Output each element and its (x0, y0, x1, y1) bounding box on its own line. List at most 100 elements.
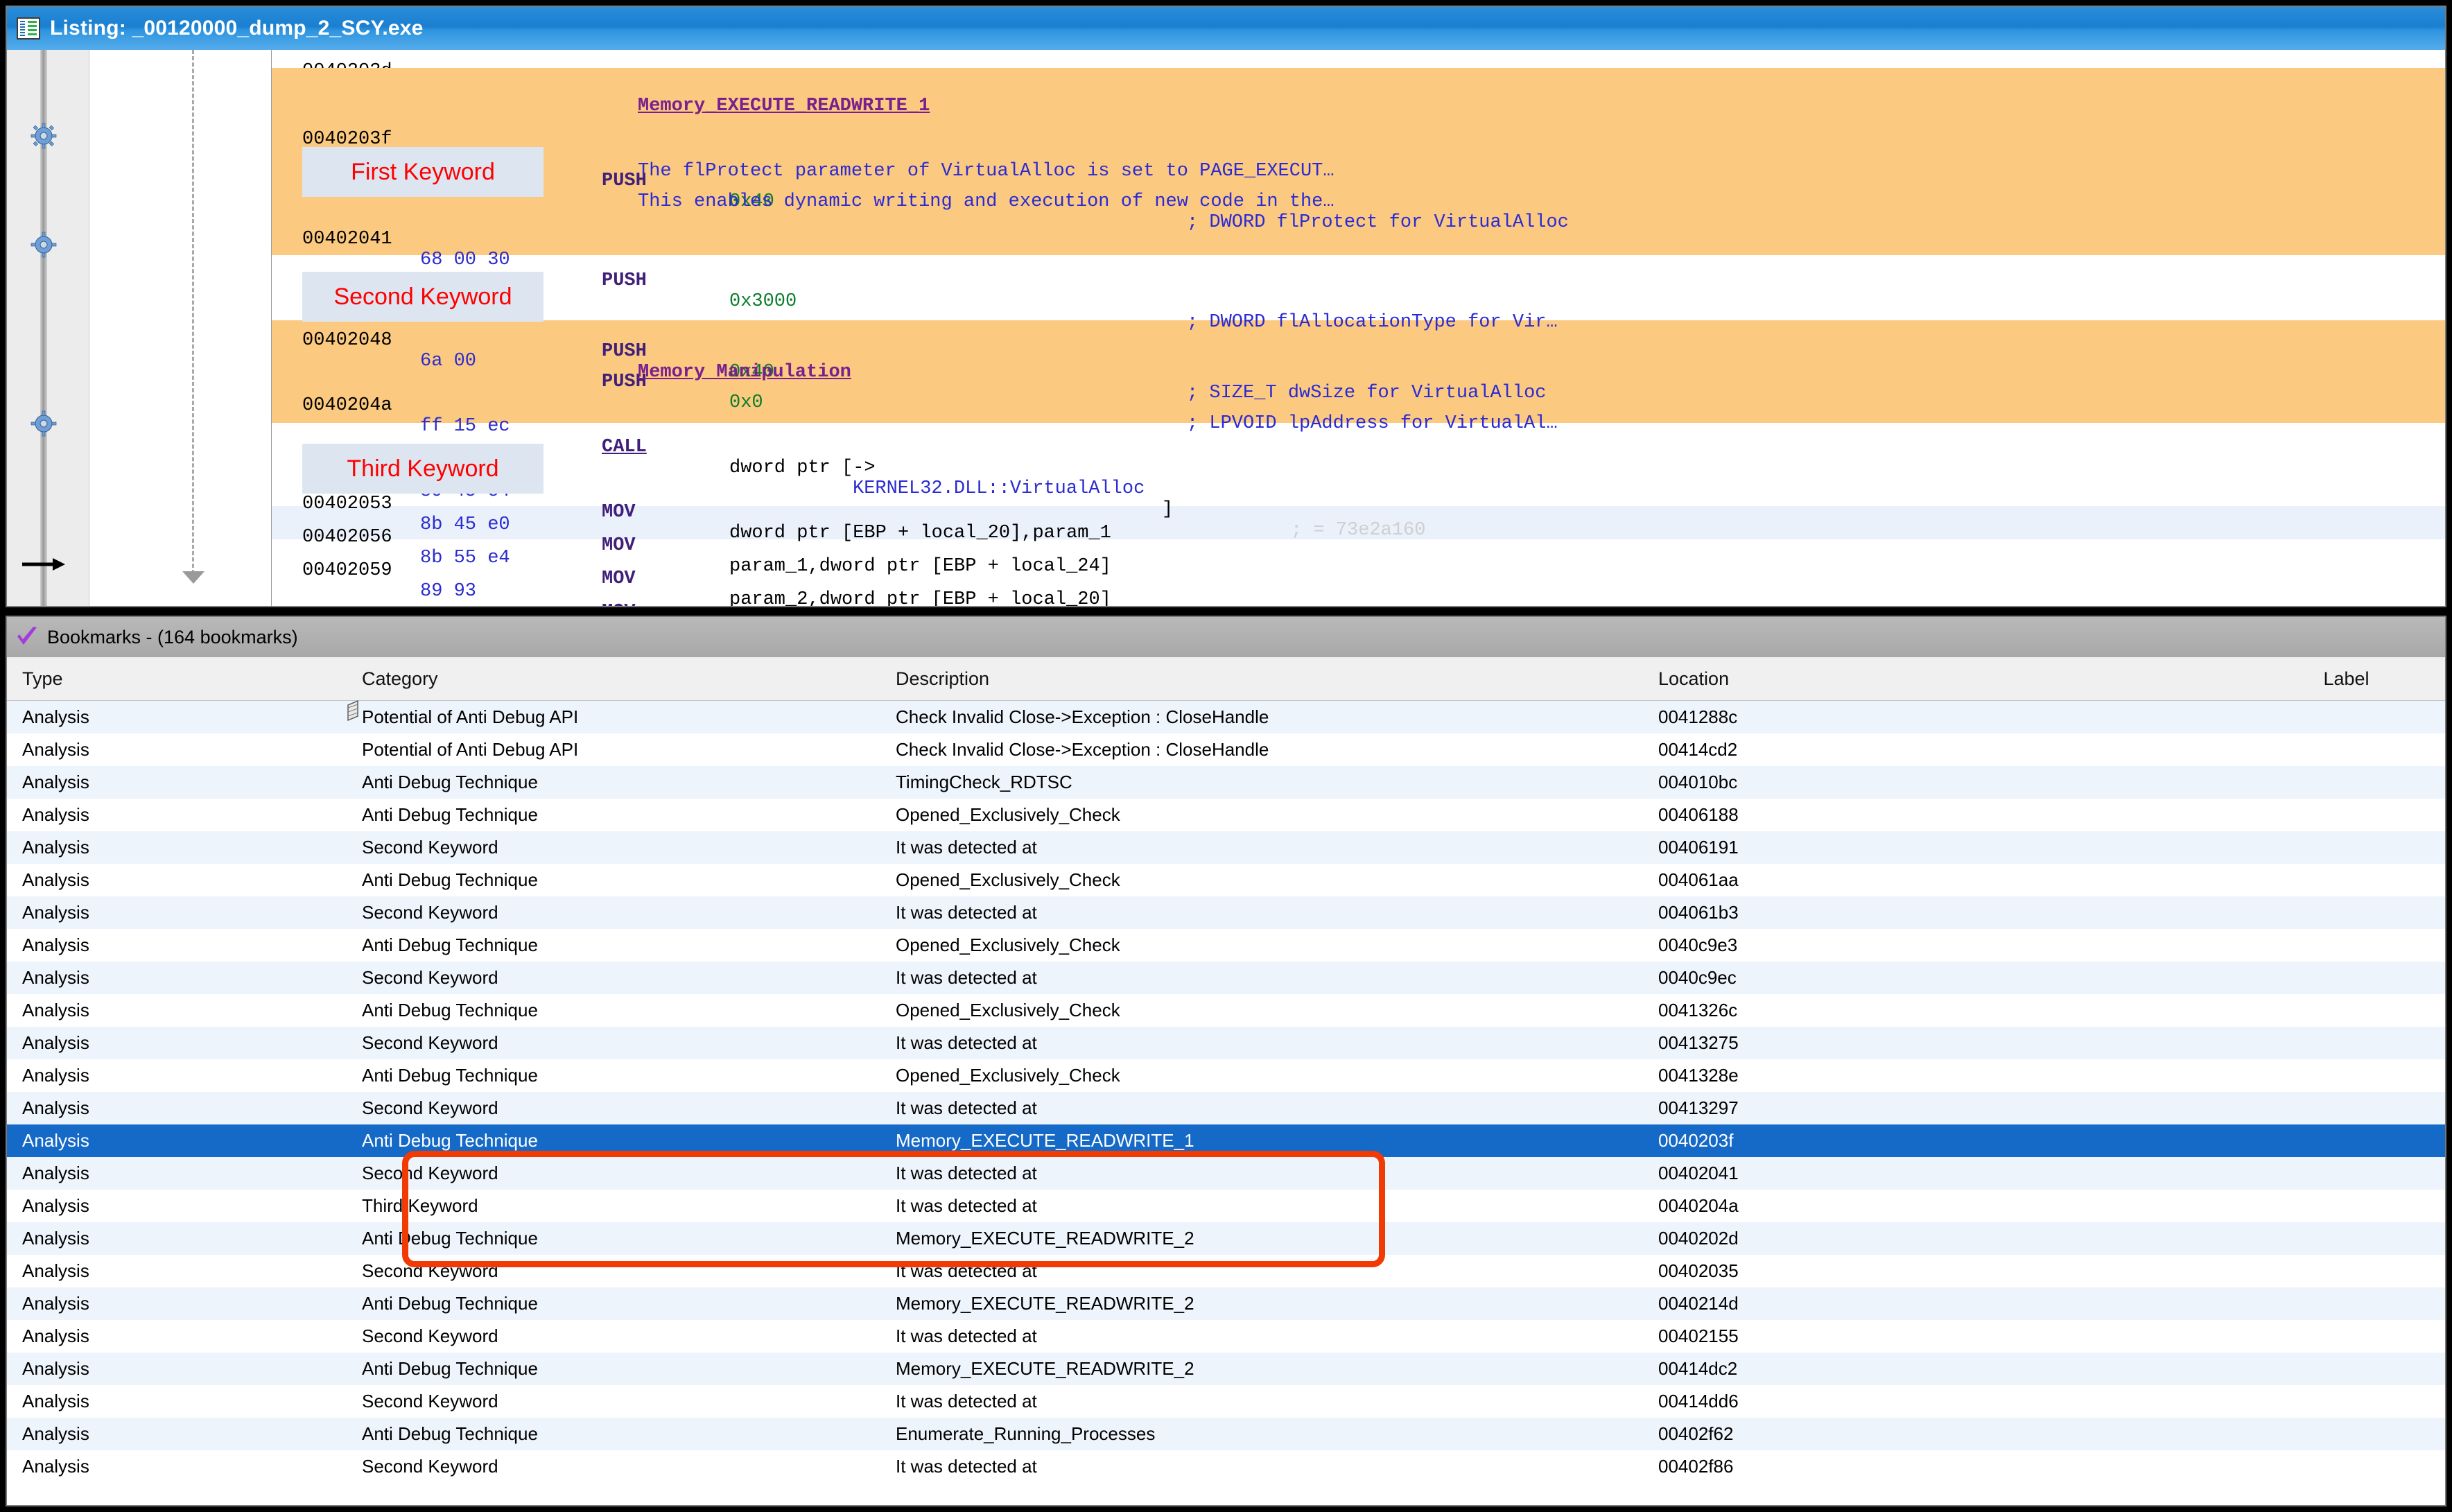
code-row[interactable]: 00402041 68 00 30 PUSH 0x3000 ; DWORD fl… (272, 208, 2445, 333)
cell-description: It was detected at (896, 1195, 1037, 1216)
code-row[interactable]: 00402056 8b 55 e4 MOV param_2,dword ptr … (272, 506, 2445, 606)
bookmarks-title-text: Bookmarks - (164 bookmarks) (47, 626, 298, 648)
listing-flow-column (89, 50, 272, 606)
flow-dashed-line (192, 50, 194, 574)
table-row[interactable]: Analysis Second Keyword It was detected at… (7, 1255, 2445, 1287)
cell-description: It was detected at (896, 1456, 1037, 1477)
cell-location: 00402035 (1658, 1260, 1739, 1281)
cell-description: Opened_Exclusively_Check (896, 804, 1120, 825)
cell-type: Analysis (22, 1163, 89, 1183)
cell-description: Memory_EXECUTE_READWRITE_2 (896, 1228, 1194, 1249)
table-row[interactable]: Analysis Anti Debug Technique Opened_Exclu… (7, 864, 2445, 896)
cell-location: 0040214d (1658, 1293, 1739, 1314)
bookmarks-table-header: Type Category Description Location Label (7, 657, 2445, 701)
code-row[interactable]: 00402050 89 45 e4 MOV dword ptr [EBP + l… (272, 440, 2445, 544)
code-bytes: 68 00 30 (420, 250, 510, 270)
code-row[interactable]: 0040204a ff 15 ec CALL dword ptr [-> KER… (272, 374, 2445, 541)
table-row[interactable]: Analysis Third Keyword It was detected at 0… (7, 1190, 2445, 1222)
cell-category: Anti Debug Technique (362, 1000, 538, 1020)
cell-location: 0041328e (1658, 1065, 1739, 1086)
cell-location: 00414dc2 (1658, 1358, 1738, 1379)
code-row[interactable]: 0040203f 6a 40 PUSH 0x40 ; DWORD flProte… (272, 108, 2445, 233)
cell-category: Anti Debug Technique (362, 1130, 538, 1151)
column-header-label[interactable]: Label (2232, 668, 2445, 690)
cell-type: Analysis (22, 1195, 89, 1216)
listing-title-bar[interactable]: Listing: _00120000_dump_2_SCY.exe (7, 7, 2445, 50)
code-row[interactable]: 00402046 6a 40 PUSH 0x40 ; SIZE_T dwSize… (272, 279, 2445, 403)
cell-category: Second Keyword (362, 967, 498, 988)
cell-type: Analysis (22, 706, 89, 727)
table-row[interactable]: Analysis Second Keyword It was detected at… (7, 1320, 2445, 1353)
cell-description: Memory_EXECUTE_READWRITE_1 (896, 1130, 1194, 1151)
table-row[interactable]: Analysis Anti Debug Technique Memory_EXECU… (7, 1222, 2445, 1255)
column-header-location[interactable]: Location (1643, 668, 2232, 690)
column-header-category[interactable]: Category (347, 668, 880, 690)
cell-type: Analysis (22, 869, 89, 890)
cell-description: It was detected at (896, 837, 1037, 858)
code-bytes: ff 15 ec (420, 416, 510, 437)
code-comment: ; LPVOID lpAddress for VirtualAl… (1187, 413, 1558, 434)
disassembly-code-area[interactable]: 0040203d 74 04 JZ LAB_0040203d Memory_EX… (272, 50, 2445, 606)
bookmarks-title-bar[interactable]: Bookmarks - (164 bookmarks) (7, 617, 2445, 657)
cell-description: It was detected at (896, 1326, 1037, 1346)
cell-category: Potential of Anti Debug API (362, 706, 579, 727)
table-row[interactable]: Analysis Anti Debug Technique Memory_EXECU… (7, 1353, 2445, 1385)
code-row-comment[interactable]: The flProtect parameter of VirtualAlloc … (272, 140, 2445, 182)
table-row[interactable]: Analysis Second Keyword It was detected at… (7, 962, 2445, 994)
gear-icon[interactable] (31, 232, 57, 258)
listing-panel: Listing: _00120000_dump_2_SCY.exe Memory… (6, 6, 2446, 607)
table-row[interactable]: Analysis Second Keyword It was detected at… (7, 1157, 2445, 1190)
table-row[interactable]: Analysis Potential of Anti Debug API Check… (7, 701, 2445, 733)
sort-column-icon[interactable] (345, 699, 366, 722)
cell-type: Analysis (22, 1228, 89, 1249)
table-row[interactable]: Analysis Second Keyword It was detected at… (7, 1027, 2445, 1059)
code-row[interactable]: 00402053 8b 45 e0 MOV param_1,dword ptr … (272, 473, 2445, 577)
cell-location: 0040204a (1658, 1195, 1739, 1216)
cell-category: Third Keyword (362, 1195, 478, 1216)
cell-type: Analysis (22, 1032, 89, 1053)
code-row[interactable]: 0040203d 74 04 JZ LAB_0040203d (272, 50, 2445, 144)
table-row[interactable]: Analysis Anti Debug Technique Memory_EXECU… (7, 1124, 2445, 1157)
code-row-plate[interactable]: Memory Manipulation (272, 341, 2445, 383)
bookmarks-table-body[interactable]: Analysis Potential of Anti Debug API Check… (7, 701, 2445, 1483)
table-row[interactable]: Analysis Second Keyword It was detected at… (7, 1092, 2445, 1124)
column-header-type[interactable]: Type (7, 668, 347, 690)
cell-category: Second Keyword (362, 1097, 498, 1118)
table-row[interactable]: Analysis Second Keyword It was detected at… (7, 1385, 2445, 1418)
code-bytes: 89 93 (420, 581, 477, 602)
cell-location: 00406188 (1658, 804, 1739, 825)
cell-location: 00402f86 (1658, 1456, 1734, 1477)
cell-category: Anti Debug Technique (362, 869, 538, 890)
cell-description: Opened_Exclusively_Check (896, 869, 1120, 890)
cell-category: Anti Debug Technique (362, 935, 538, 955)
cell-type: Analysis (22, 1000, 89, 1020)
table-row[interactable]: Analysis Anti Debug Technique TimingCheck_… (7, 766, 2445, 799)
table-row[interactable]: Analysis Anti Debug Technique Enumerate_Ru… (7, 1418, 2445, 1450)
cell-description: Memory_EXECUTE_READWRITE_2 (896, 1293, 1194, 1314)
cell-category: Potential of Anti Debug API (362, 739, 579, 760)
table-row[interactable]: Analysis Anti Debug Technique Opened_Exclu… (7, 799, 2445, 831)
cell-location: 0040203f (1658, 1130, 1734, 1151)
table-row[interactable]: Analysis Anti Debug Technique Opened_Exclu… (7, 929, 2445, 962)
cell-type: Analysis (22, 1326, 89, 1346)
code-row[interactable]: 00402059 89 93 MOV dword ptr [param_3],p… (272, 539, 2445, 606)
table-row[interactable]: Analysis Anti Debug Technique Opened_Exclu… (7, 994, 2445, 1027)
cell-description: Memory_EXECUTE_READWRITE_2 (896, 1358, 1194, 1379)
cell-category: Anti Debug Technique (362, 1293, 538, 1314)
code-row-comment[interactable]: This enables dynamic writing and executi… (272, 171, 2445, 212)
cell-type: Analysis (22, 967, 89, 988)
code-row[interactable]: 00402048 6a 00 PUSH 0x0 ; LPVOID lpAddre… (272, 309, 2445, 434)
table-row[interactable]: Analysis Potential of Anti Debug API Check… (7, 733, 2445, 766)
column-header-description[interactable]: Description (880, 668, 1643, 690)
table-row[interactable]: Analysis Second Keyword It was detected at… (7, 831, 2445, 864)
table-row[interactable]: Analysis Second Keyword It was detected at… (7, 1450, 2445, 1483)
purple-check-icon (15, 625, 39, 649)
cell-location: 0040c9e3 (1658, 935, 1738, 955)
gear-icon[interactable] (31, 123, 57, 149)
gear-icon[interactable] (31, 410, 57, 437)
table-row[interactable]: Analysis Second Keyword It was detected at… (7, 896, 2445, 929)
bookmarks-panel: Bookmarks - (164 bookmarks) Type Categor… (6, 616, 2446, 1506)
table-row[interactable]: Analysis Anti Debug Technique Memory_EXECU… (7, 1287, 2445, 1320)
code-row-plate[interactable]: Memory_EXECUTE_READWRITE_1 (272, 75, 2445, 116)
table-row[interactable]: Analysis Anti Debug Technique Opened_Exclu… (7, 1059, 2445, 1092)
